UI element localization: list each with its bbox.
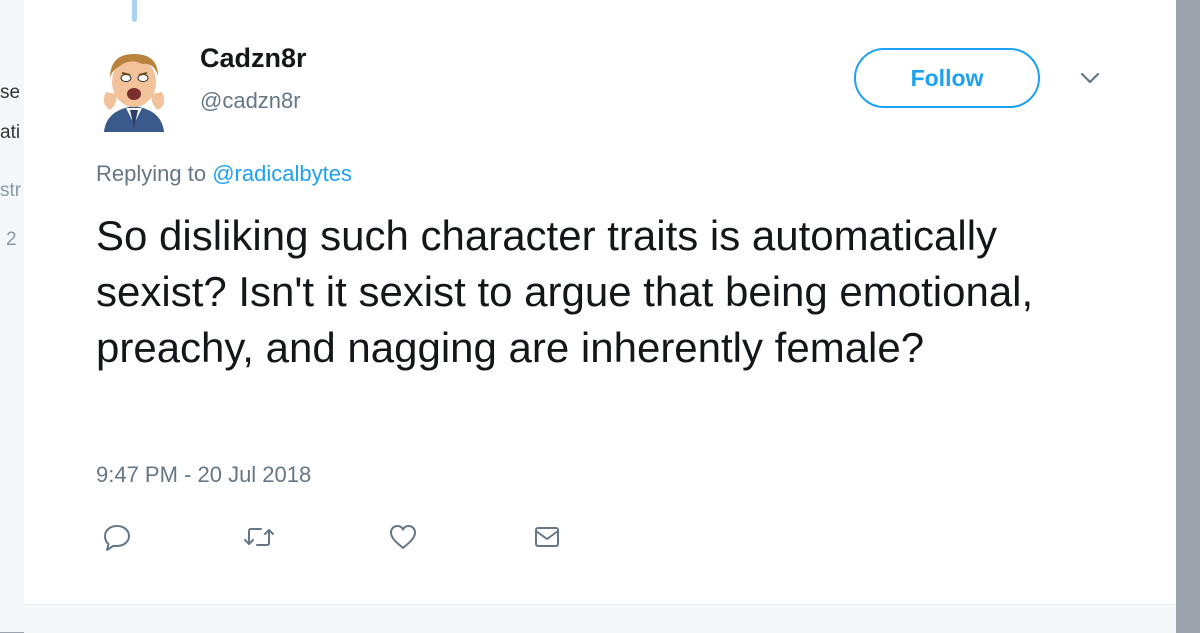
replying-to-label: Replying to [96,161,207,186]
background-text-fragment: 2 [6,229,17,250]
background-text-fragment: se [0,82,21,103]
display-name[interactable]: Cadzn8r [200,43,307,74]
retweet-button[interactable] [242,522,276,552]
replying-to-mention-link[interactable]: @radicalbytes [212,161,352,186]
tweet-text: So disliking such character traits is au… [96,212,1034,371]
bitmoji-avatar-icon [103,54,165,132]
heart-icon [390,525,416,549]
follow-button[interactable]: Follow [854,48,1040,108]
reply-area-divider [24,604,1176,633]
reply-icon [104,525,130,551]
direct-message-button[interactable] [530,522,564,552]
like-button[interactable] [386,522,420,552]
tweet-card: Cadzn8r @cadzn8r Follow Replying to @rad… [24,0,1176,633]
background-timeline: se ati str 2 [0,0,24,632]
reply-button[interactable] [100,522,134,552]
avatar[interactable] [96,48,172,132]
chevron-down-icon[interactable] [1076,66,1104,90]
envelope-icon [535,527,559,547]
tweet-timestamp[interactable]: 9:47 PM - 20 Jul 2018 [96,462,311,488]
background-text-fragment: str [0,180,22,201]
replying-to-line: Replying to @radicalbytes [96,161,352,187]
background-text-fragment: ati [0,122,21,143]
modal-overlay [1176,0,1200,632]
thread-connector-line [132,0,137,22]
username[interactable]: @cadzn8r [200,88,301,114]
retweet-icon [244,528,274,546]
